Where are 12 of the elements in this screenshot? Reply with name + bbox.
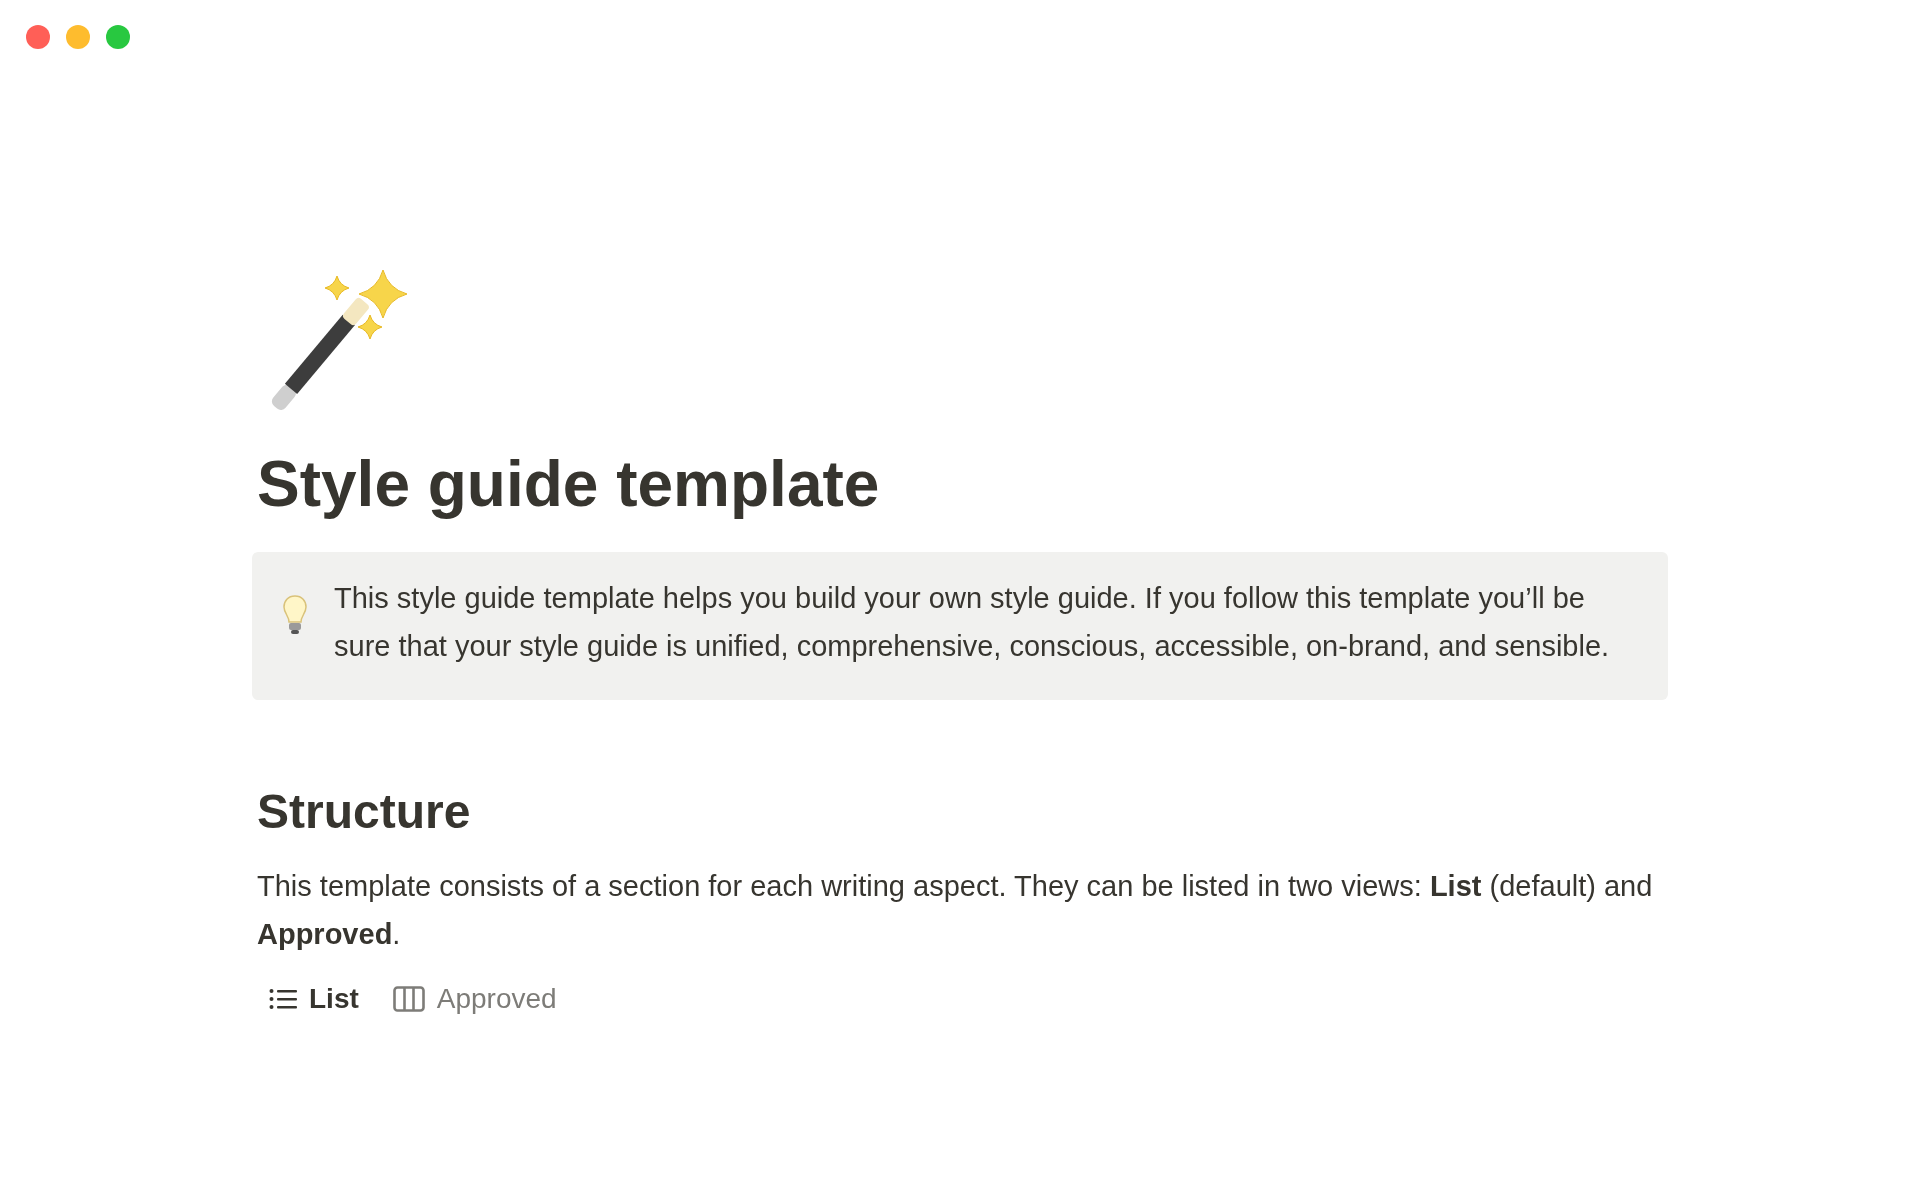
columns-icon (392, 986, 425, 1012)
section-heading: Structure (257, 784, 471, 840)
view-tab[interactable]: List (257, 972, 371, 1026)
window-control[interactable] (66, 25, 90, 49)
window-control[interactable] (106, 25, 130, 49)
callout-text: This style guide template helps you build your own style guide. If you follow this template you’ll be sure that your style guide is unified, comprehensive, conscious, accessible, on-brand, and sensible. (334, 581, 1611, 664)
view-tab[interactable]: Approved (380, 972, 569, 1026)
window-control[interactable] (26, 25, 50, 49)
section-paragraph: This template consists of a section for each writing aspect. They can be listed in two views: List (default) and Approved. (257, 869, 1654, 952)
lightbulb-icon (282, 594, 308, 636)
page-title: Style guide template (257, 447, 880, 522)
list-icon (269, 988, 297, 1010)
